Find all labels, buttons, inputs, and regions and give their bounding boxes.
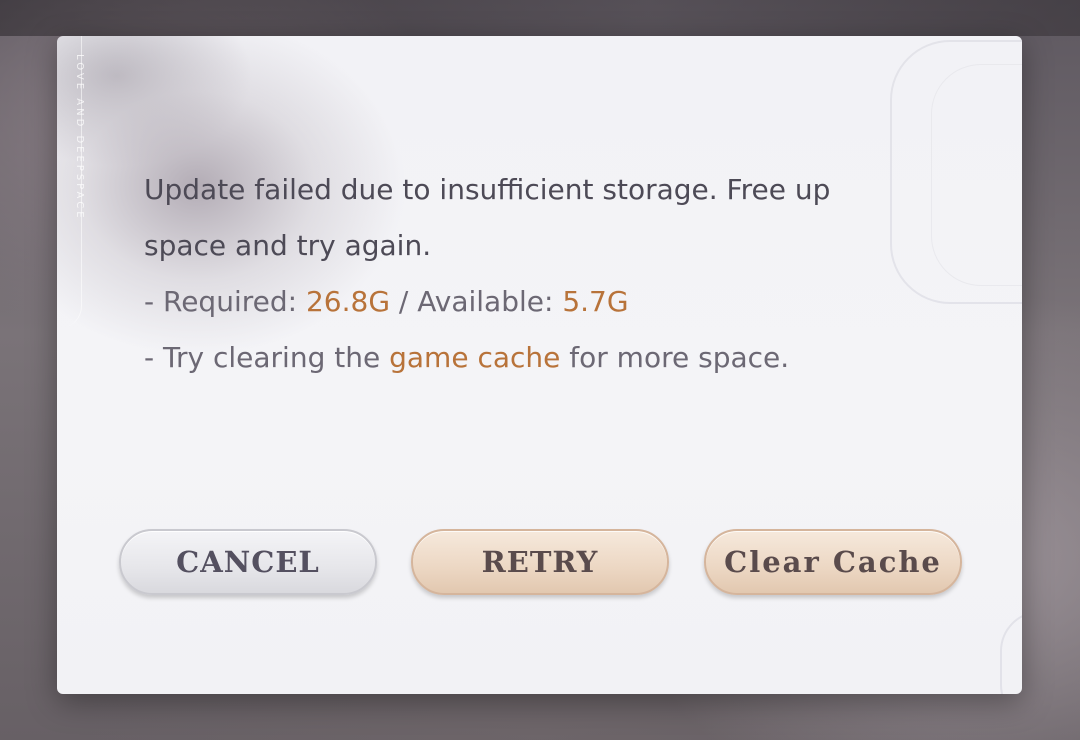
retry-button[interactable]: RETRY: [411, 529, 669, 595]
tip-line: - Try clearing the game cache for more s…: [144, 330, 964, 386]
game-cache-highlight: game cache: [389, 341, 561, 374]
available-value: 5.7G: [562, 285, 629, 318]
clear-cache-button[interactable]: Clear Cache: [704, 529, 962, 595]
decorative-arc-bottom: [1000, 611, 1022, 694]
update-failed-dialog: LOVE AND DEEPSPACE Update failed due to …: [57, 36, 1022, 694]
required-label: - Required:: [144, 285, 306, 318]
message-line-2: space and try again.: [144, 229, 432, 262]
tip-suffix: for more space.: [560, 341, 790, 374]
dialog-message: Update failed due to insufficient storag…: [144, 162, 964, 386]
brand-watermark: LOVE AND DEEPSPACE: [74, 54, 85, 221]
background-top-bar: [0, 0, 1080, 36]
required-value: 26.8G: [305, 285, 391, 318]
available-label: / Available:: [390, 285, 563, 318]
message-line-1: Update failed due to insufficient storag…: [144, 173, 831, 206]
cancel-button[interactable]: CANCEL: [119, 529, 377, 595]
tip-prefix: - Try clearing the: [144, 341, 390, 374]
storage-info-line: - Required: 26.8G / Available: 5.7G: [144, 274, 964, 330]
